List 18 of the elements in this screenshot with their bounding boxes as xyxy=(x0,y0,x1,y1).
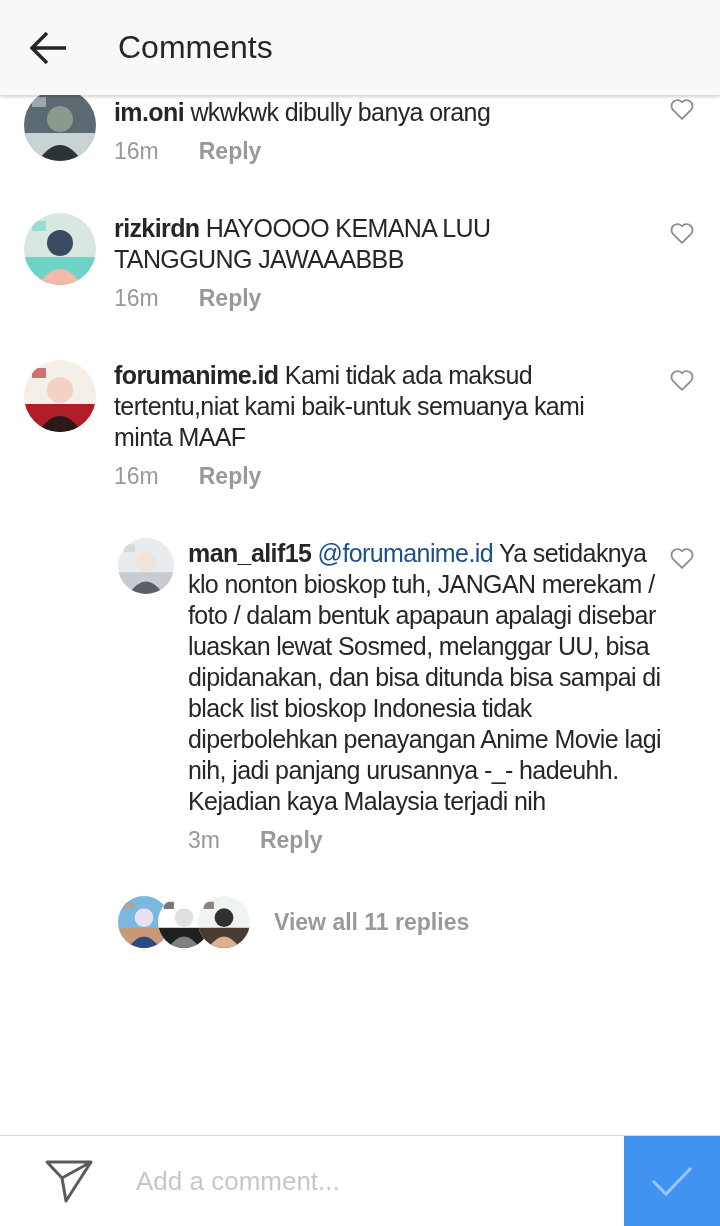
mention-link[interactable]: @forumanime.id xyxy=(317,539,493,567)
timestamp: 3m xyxy=(188,827,220,854)
reply-link[interactable]: Reply xyxy=(259,827,323,854)
view-replies-link[interactable]: View all 11 replies xyxy=(274,908,470,936)
back-arrow-icon[interactable] xyxy=(28,29,68,66)
timestamp: 16m xyxy=(114,138,159,165)
reply-link[interactable]: Reply xyxy=(198,285,262,312)
timestamp: 16m xyxy=(114,463,159,490)
page-title: Comments xyxy=(118,29,273,66)
comment-text: im.oni wkwkwk dibully banya orang xyxy=(114,97,492,128)
reply-link[interactable]: Reply xyxy=(198,463,262,490)
reply-link[interactable]: Reply xyxy=(198,138,262,165)
comment-text: man_alif15 @forumanime.id Ya setidaknya klo nonton bioskop tuh, JANGAN merekam / foto / dalam bentuk apapaun apalagi disebar luaskan lewat Sosmed, melanggar UU, bisa dipidanakan, dan bisa ditunda bisa sampai di black list bioskop Indonesia tidak diperbolehkan penayangan Anime Movie lagi nih, jadi panjang urusannya -_- hadeuhh. Kejadian kaya Malaysia terjadi nih xyxy=(188,538,662,817)
send-icon[interactable] xyxy=(44,1158,94,1204)
comment-input[interactable]: Add a comment... xyxy=(134,1164,624,1198)
comment-text: rizkirdn HAYOOOO KEMANA LUU TANGGUNG JAWAAABBB xyxy=(114,213,492,275)
comment-text: forumanime.id Kami tidak ada maksud tertentu,niat kami baik-untuk semuanya kami minta MAAF xyxy=(114,360,586,453)
timestamp: 16m xyxy=(114,285,159,312)
